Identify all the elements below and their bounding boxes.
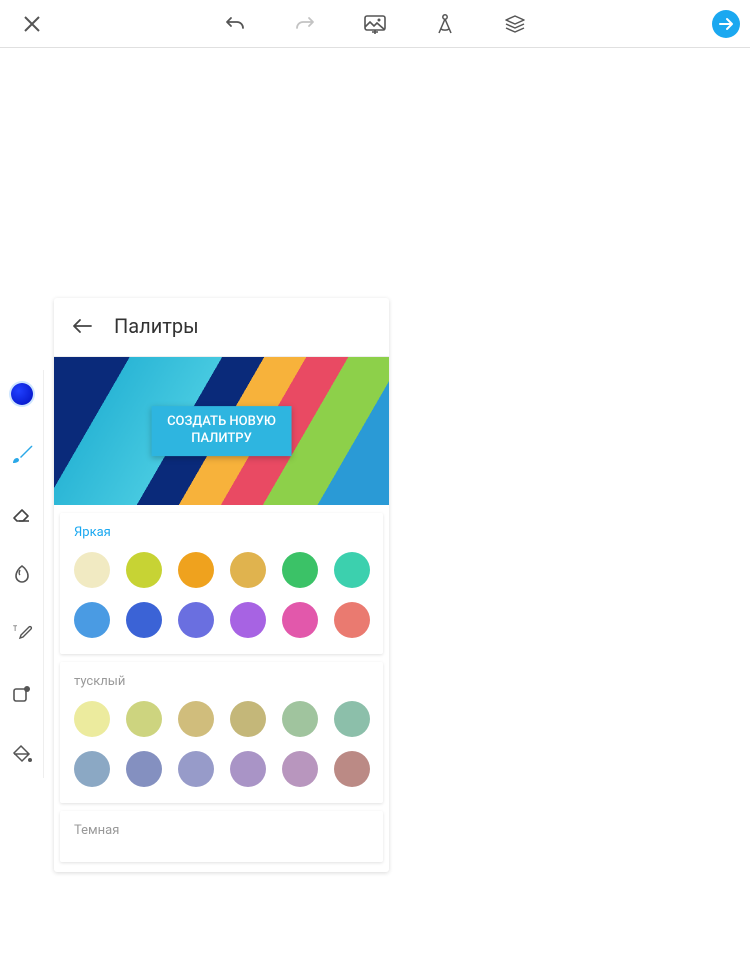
palette-card-dark[interactable]: Темная (60, 811, 383, 862)
smudge-tool[interactable] (8, 560, 36, 588)
color-swatch[interactable] (334, 701, 370, 737)
undo-icon (223, 14, 247, 34)
create-palette-hero[interactable]: СОЗДАТЬ НОВУЮ ПАЛИТРУ (54, 357, 389, 505)
color-swatch[interactable] (230, 701, 266, 737)
redo-button[interactable] (291, 10, 319, 38)
eyedropper-icon: T (11, 623, 33, 645)
layers-icon (504, 14, 526, 34)
color-swatch[interactable] (74, 552, 110, 588)
swatch-grid (74, 701, 369, 787)
color-swatch[interactable] (178, 602, 214, 638)
color-swatch[interactable] (178, 701, 214, 737)
create-line2: ПАЛИТРУ (167, 431, 276, 448)
brush-icon (9, 441, 35, 467)
color-swatch[interactable] (74, 602, 110, 638)
close-icon (22, 14, 42, 34)
color-swatch[interactable] (282, 701, 318, 737)
arrow-left-icon (71, 317, 93, 335)
create-line1: СОЗДАТЬ НОВУЮ (167, 414, 276, 431)
redo-icon (293, 14, 317, 34)
brush-tool[interactable] (8, 440, 36, 468)
panel-header: Палитры (54, 298, 389, 357)
svg-text:T: T (13, 625, 18, 633)
color-swatch[interactable] (178, 751, 214, 787)
top-toolbar (0, 0, 750, 48)
color-swatch[interactable] (334, 602, 370, 638)
color-swatch[interactable] (126, 751, 162, 787)
color-swatch[interactable] (334, 751, 370, 787)
shape-icon (11, 683, 33, 705)
shape-tool[interactable] (8, 680, 36, 708)
panel-title: Палитры (114, 314, 199, 338)
fill-tool[interactable] (8, 740, 36, 768)
color-swatch[interactable] (282, 602, 318, 638)
bucket-icon (11, 743, 33, 765)
back-button[interactable] (68, 312, 96, 340)
color-swatch[interactable] (230, 751, 266, 787)
text-tool[interactable]: T (8, 620, 36, 648)
create-palette-button[interactable]: СОЗДАТЬ НОВУЮ ПАЛИТРУ (151, 406, 292, 456)
color-swatch[interactable] (178, 552, 214, 588)
color-swatch[interactable] (74, 751, 110, 787)
color-swatch[interactable] (74, 701, 110, 737)
close-button[interactable] (18, 10, 46, 38)
palette-name: Яркая (74, 525, 369, 540)
swatch-grid (74, 552, 369, 638)
color-tool[interactable] (8, 380, 36, 408)
smudge-icon (10, 562, 34, 586)
done-button[interactable] (712, 10, 740, 38)
eraser-tool[interactable] (8, 500, 36, 528)
palette-name: Темная (74, 823, 369, 838)
layers-button[interactable] (501, 10, 529, 38)
compass-icon (435, 13, 455, 35)
palette-card[interactable]: Яркая (60, 513, 383, 654)
shapes-button[interactable] (431, 10, 459, 38)
eraser-icon (11, 503, 33, 525)
color-swatch[interactable] (282, 751, 318, 787)
palette-card[interactable]: тусклый (60, 662, 383, 803)
color-swatch[interactable] (230, 602, 266, 638)
palettes-panel: Палитры СОЗДАТЬ НОВУЮ ПАЛИТРУ Яркая тускл… (54, 298, 389, 872)
left-toolbar: T (0, 370, 44, 778)
undo-button[interactable] (221, 10, 249, 38)
color-swatch[interactable] (230, 552, 266, 588)
color-swatch[interactable] (126, 701, 162, 737)
image-button[interactable] (361, 10, 389, 38)
color-swatch[interactable] (126, 552, 162, 588)
color-swatch[interactable] (282, 552, 318, 588)
arrow-right-icon (718, 17, 734, 31)
color-swatch[interactable] (126, 602, 162, 638)
palette-name: тусклый (74, 674, 369, 689)
image-icon (364, 14, 386, 34)
color-swatch-icon (11, 383, 33, 405)
color-swatch[interactable] (334, 552, 370, 588)
